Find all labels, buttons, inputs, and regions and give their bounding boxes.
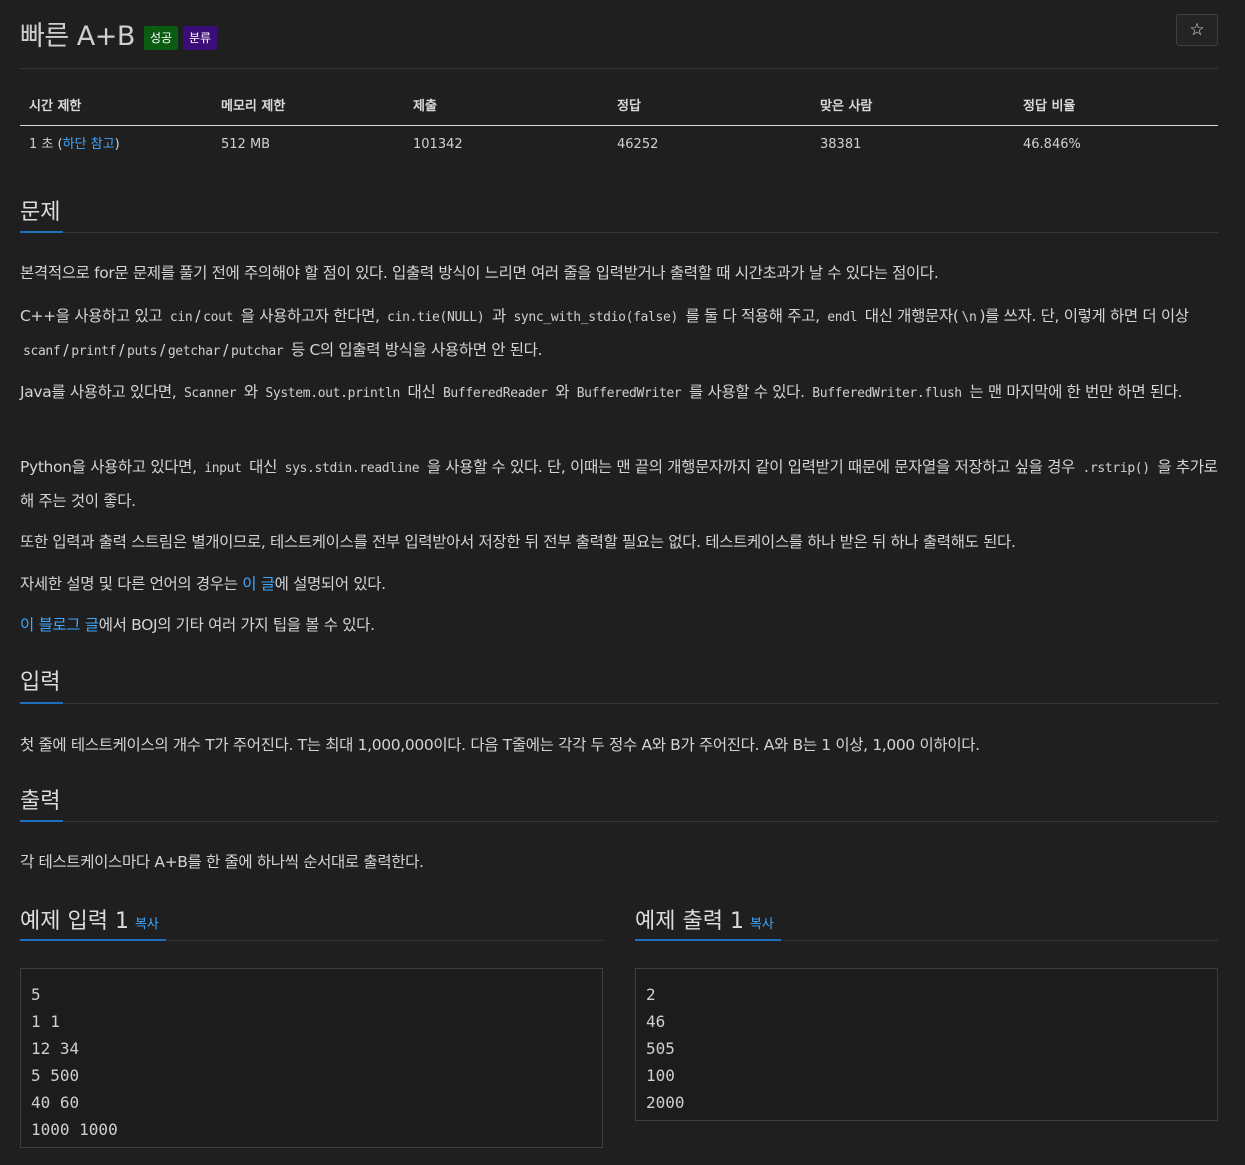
code-cin-tie: cin.tie(NULL) — [387, 310, 485, 325]
sample-output-box[interactable]: 2 46 505 100 2000 — [635, 968, 1218, 1121]
code-flush: BufferedWriter.flush — [812, 386, 962, 401]
code-readline: sys.stdin.readline — [284, 461, 420, 476]
stats-header-accepted: 정답 — [617, 99, 641, 114]
code-cin: cin — [169, 310, 193, 325]
stats-header-solvers: 맞은 사람 — [820, 99, 873, 114]
title-divider — [20, 68, 1218, 69]
sample-output-accent — [635, 939, 781, 941]
time-note-link[interactable]: 하단 참고 — [63, 137, 115, 152]
stats-table: 시간 제한 메모리 제한 제출 정답 맞은 사람 정답 비율 1 초 (하단 참… — [20, 88, 1218, 163]
stats-ratio-value: 46.846% — [1023, 137, 1081, 152]
title-row: 빠른 A+B 성공 분류 ☆ — [20, 14, 1218, 54]
description-p6: 자세한 설명 및 다른 언어의 경우는 이 글에 설명되어 있다. — [20, 568, 1218, 601]
code-puts: puts — [127, 344, 157, 359]
sample-input-header: 예제 입력 1 복사 — [20, 903, 159, 935]
code-buffered-reader: BufferedReader — [442, 386, 548, 401]
problem-section-title: 문제 — [20, 200, 61, 225]
stats-accepted-value: 46252 — [617, 137, 659, 152]
time-suffix: ) — [114, 137, 120, 152]
favorite-star-button[interactable]: ☆ — [1176, 14, 1218, 46]
sample-input-box[interactable]: 5 1 1 12 34 5 500 40 60 1000 1000 — [20, 968, 603, 1148]
problem-section-accent — [20, 231, 63, 233]
code-rstrip: .rstrip() — [1082, 461, 1150, 476]
sample-output-title: 예제 출력 1 — [635, 909, 744, 934]
status-badge-success[interactable]: 성공 — [144, 26, 179, 50]
copy-sample-output-button[interactable]: 복사 — [750, 917, 774, 932]
code-cout: cout — [203, 310, 234, 325]
description-p1: 본격적으로 for문 문제를 풀기 전에 주의해야 할 점이 있다. 입출력 방… — [20, 264, 939, 282]
sample-output-header: 예제 출력 1 복사 — [635, 903, 774, 935]
code-printf: printf — [71, 344, 117, 359]
time-prefix: 1 초 ( — [29, 137, 63, 152]
p4-text-c: 을 사용할 수 있다. 단, 이때는 맨 끝의 개행문자까지 같이 입력받기 때… — [422, 458, 1080, 476]
p3-text-b: 와 — [239, 383, 263, 401]
star-icon: ☆ — [1189, 20, 1205, 40]
p4-text-b: 대신 — [244, 458, 282, 476]
output-description: 각 테스트케이스마다 A+B를 한 줄에 하나씩 순서대로 출력한다. — [20, 853, 424, 871]
code-sync-with-stdio: sync_with_stdio(false) — [513, 310, 678, 325]
stats-memory-value: 512 MB — [221, 137, 271, 152]
stats-header-row: 시간 제한 메모리 제한 제출 정답 맞은 사람 정답 비율 — [20, 88, 1218, 126]
description-p4: Python을 사용하고 있다면, input 대신 sys.stdin.rea… — [20, 451, 1218, 518]
description-p3: Java를 사용하고 있다면, Scanner 와 System.out.pri… — [20, 376, 1218, 410]
stats-header-time: 시간 제한 — [29, 99, 82, 114]
p6-text-a: 자세한 설명 및 다른 언어의 경우는 — [20, 575, 243, 593]
code-scanf: scanf — [23, 344, 61, 359]
io-guide-link[interactable]: 이 글 — [242, 575, 275, 593]
p2-text-a: C++을 사용하고 있고 — [20, 307, 167, 325]
blog-post-link[interactable]: 이 블로그 글 — [20, 616, 99, 634]
stats-solvers-value: 38381 — [820, 137, 862, 152]
p2-text-e: 대신 개행문자( — [860, 307, 959, 325]
input-section-accent — [20, 702, 63, 704]
p2-text-b: 을 사용하고자 한다면, — [236, 307, 385, 325]
description-p7: 이 블로그 글에서 BOJ의 기타 여러 가지 팁을 볼 수 있다. — [20, 609, 1218, 642]
input-description: 첫 줄에 테스트케이스의 개수 T가 주어진다. T는 최대 1,000,000… — [20, 736, 980, 754]
code-buffered-writer: BufferedWriter — [576, 386, 682, 401]
input-section-divider — [20, 703, 1218, 704]
p2-text-c: 과 — [487, 307, 511, 325]
input-section-title: 입력 — [20, 670, 61, 695]
problem-title: 빠른 A+B — [20, 21, 135, 52]
stats-header-memory: 메모리 제한 — [221, 99, 286, 114]
p4-text-a: Python을 사용하고 있다면, — [20, 458, 202, 476]
stats-submissions-value: 101342 — [413, 137, 463, 152]
code-putchar: putchar — [231, 344, 284, 359]
p6-text-b: 에 설명되어 있다. — [274, 575, 386, 593]
p3-text-f: 는 맨 마지막에 한 번만 하면 된다. — [964, 383, 1183, 401]
description-p5: 또한 입력과 출력 스트림은 별개이므로, 테스트케이스를 전부 입력받아서 저… — [20, 533, 1016, 551]
stats-header-submissions: 제출 — [413, 99, 437, 114]
p3-text-c: 대신 — [402, 383, 440, 401]
p2-text-g: 등 C의 입출력 방식을 사용하면 안 된다. — [286, 341, 543, 359]
category-badge[interactable]: 분류 — [183, 26, 218, 50]
p3-text-e: 를 사용할 수 있다. — [684, 383, 810, 401]
code-println: System.out.println — [265, 386, 400, 401]
output-section-divider — [20, 821, 1218, 822]
stats-header-ratio: 정답 비율 — [1023, 99, 1076, 114]
p3-text-d: 와 — [550, 383, 574, 401]
stats-value-row: 1 초 (하단 참고) 512 MB 101342 46252 38381 46… — [20, 126, 1218, 163]
p7-text-b: 에서 BOJ의 기타 여러 가지 팁을 볼 수 있다. — [98, 616, 375, 634]
code-input: input — [204, 461, 242, 476]
p2-text-d: 를 둘 다 적용해 주고, — [680, 307, 825, 325]
copy-sample-input-button[interactable]: 복사 — [135, 917, 159, 932]
code-getchar: getchar — [167, 344, 221, 359]
code-newline: \n — [961, 310, 977, 325]
code-scanner: Scanner — [183, 386, 237, 401]
p3-text-a: Java를 사용하고 있다면, — [20, 383, 181, 401]
sample-input-accent — [20, 939, 166, 941]
description-p2: C++을 사용하고 있고 cin / cout 을 사용하고자 한다면, cin.t… — [20, 300, 1218, 368]
stats-time-value: 1 초 (하단 참고) — [29, 126, 120, 163]
output-section-accent — [20, 820, 63, 822]
problem-section-divider — [20, 232, 1218, 233]
output-section-title: 출력 — [20, 789, 61, 814]
sample-input-title: 예제 입력 1 — [20, 909, 129, 934]
code-endl: endl — [827, 310, 858, 325]
p2-text-f: )를 쓰자. 단, 이렇게 하면 더 이상 — [979, 307, 1189, 325]
